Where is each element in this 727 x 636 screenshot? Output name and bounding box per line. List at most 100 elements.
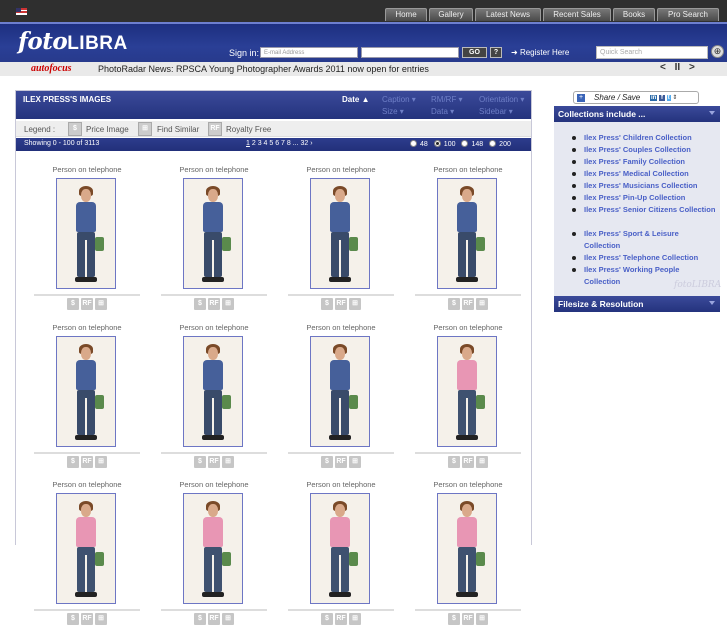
royalty-free-icon[interactable]: RF: [335, 298, 347, 310]
image-caption[interactable]: Person on telephone: [32, 323, 142, 332]
per-page-200-radio[interactable]: [489, 140, 497, 147]
price-icon[interactable]: $: [194, 298, 206, 310]
image-thumbnail[interactable]: [437, 178, 497, 289]
sort-sidebar[interactable]: Sidebar ▾: [479, 107, 513, 116]
collection-link[interactable]: Ilex Press' Musicians Collection: [572, 180, 716, 192]
image-caption[interactable]: Person on telephone: [32, 480, 142, 489]
image-thumbnail[interactable]: [437, 493, 497, 604]
royalty-free-icon[interactable]: RF: [208, 613, 220, 625]
image-thumbnail[interactable]: [183, 493, 243, 604]
binoculars-icon[interactable]: ⊞: [349, 613, 361, 625]
nav-home[interactable]: Home: [385, 8, 427, 21]
collection-link[interactable]: Ilex Press' Medical Collection: [572, 168, 716, 180]
nav-gallery[interactable]: Gallery: [429, 8, 473, 21]
news-pager[interactable]: < II >: [660, 62, 695, 73]
price-icon[interactable]: $: [67, 613, 79, 625]
royalty-free-icon[interactable]: RF: [208, 298, 220, 310]
us-flag-icon[interactable]: [16, 8, 27, 15]
per-page-100-radio[interactable]: [433, 140, 441, 147]
image-caption[interactable]: Person on telephone: [286, 480, 396, 489]
help-button[interactable]: ?: [490, 47, 502, 58]
image-thumbnail[interactable]: [310, 178, 370, 289]
royalty-free-icon[interactable]: RF: [81, 298, 93, 310]
image-thumbnail[interactable]: [56, 336, 116, 447]
royalty-free-icon[interactable]: RF: [335, 456, 347, 468]
royalty-free-icon[interactable]: RF: [208, 456, 220, 468]
price-icon[interactable]: $: [448, 456, 460, 468]
nav-recent-sales[interactable]: Recent Sales: [543, 8, 611, 21]
quick-search-input[interactable]: Quick Search: [596, 46, 708, 59]
image-caption[interactable]: Person on telephone: [413, 480, 523, 489]
image-thumbnail[interactable]: [56, 178, 116, 289]
binoculars-icon[interactable]: ⊞: [476, 298, 488, 310]
royalty-free-icon[interactable]: RF: [81, 456, 93, 468]
image-thumbnail[interactable]: [310, 493, 370, 604]
image-caption[interactable]: Person on telephone: [32, 165, 142, 174]
price-icon[interactable]: $: [321, 298, 333, 310]
register-link[interactable]: ➜ Register Here: [511, 48, 569, 57]
per-page-selector[interactable]: 48 100 148 200: [404, 140, 511, 148]
binoculars-icon[interactable]: ⊞: [95, 298, 107, 310]
image-caption[interactable]: Person on telephone: [159, 323, 269, 332]
sort-orientation[interactable]: Orientation ▾: [479, 95, 524, 104]
image-thumbnail[interactable]: [183, 178, 243, 289]
image-caption[interactable]: Person on telephone: [286, 323, 396, 332]
image-thumbnail[interactable]: [310, 336, 370, 447]
image-caption[interactable]: Person on telephone: [413, 165, 523, 174]
image-thumbnail[interactable]: [56, 493, 116, 604]
collections-header[interactable]: Collections include ...: [554, 106, 720, 122]
per-page-148-radio[interactable]: [461, 140, 469, 147]
image-caption[interactable]: Person on telephone: [413, 323, 523, 332]
binoculars-icon[interactable]: ⊞: [476, 456, 488, 468]
news-headline[interactable]: PhotoRadar News: RPSCA Young Photographe…: [98, 64, 429, 74]
price-icon[interactable]: $: [321, 456, 333, 468]
binoculars-icon[interactable]: ⊞: [95, 613, 107, 625]
binoculars-icon[interactable]: ⊞: [349, 456, 361, 468]
royalty-free-icon[interactable]: RF: [462, 456, 474, 468]
email-field[interactable]: E-mail Address: [260, 47, 358, 58]
collection-link[interactable]: Ilex Press' Telephone Collection: [572, 252, 716, 264]
sort-size[interactable]: Size ▾: [382, 107, 404, 116]
price-icon[interactable]: $: [448, 613, 460, 625]
price-icon[interactable]: $: [194, 613, 206, 625]
site-logo[interactable]: fotoLIBRA: [18, 28, 128, 55]
go-button[interactable]: GO: [462, 47, 487, 58]
royalty-free-icon[interactable]: RF: [462, 613, 474, 625]
sort-caption[interactable]: Caption ▾: [382, 95, 416, 104]
binoculars-icon[interactable]: ⊞: [222, 298, 234, 310]
nav-latest-news[interactable]: Latest News: [475, 8, 541, 21]
autofocus-logo[interactable]: autofocus: [31, 63, 72, 74]
password-field[interactable]: [361, 47, 459, 58]
share-save-button[interactable]: + Share / Save in f t ⇕: [573, 91, 699, 104]
binoculars-icon[interactable]: ⊞: [476, 613, 488, 625]
search-icon[interactable]: ⊕: [711, 45, 724, 58]
filesize-header[interactable]: Filesize & Resolution: [554, 296, 720, 312]
image-caption[interactable]: Person on telephone: [159, 480, 269, 489]
sort-rmrf[interactable]: RM/RF ▾: [431, 95, 463, 104]
collection-link[interactable]: Ilex Press' Pin-Up Collection: [572, 192, 716, 204]
binoculars-icon[interactable]: ⊞: [222, 456, 234, 468]
price-icon[interactable]: $: [67, 298, 79, 310]
per-page-48-radio[interactable]: [410, 140, 417, 147]
royalty-free-icon[interactable]: RF: [81, 613, 93, 625]
sort-date[interactable]: Date ▲: [342, 95, 369, 104]
collection-link[interactable]: Ilex Press' Couples Collection: [572, 144, 716, 156]
image-thumbnail[interactable]: [437, 336, 497, 447]
royalty-free-icon[interactable]: RF: [335, 613, 347, 625]
image-thumbnail[interactable]: [183, 336, 243, 447]
collection-link[interactable]: Ilex Press' Children Collection: [572, 132, 716, 144]
nav-books[interactable]: Books: [613, 8, 655, 21]
binoculars-icon[interactable]: ⊞: [222, 613, 234, 625]
price-icon[interactable]: $: [448, 298, 460, 310]
sort-data[interactable]: Data ▾: [431, 107, 454, 116]
royalty-free-icon[interactable]: RF: [462, 298, 474, 310]
binoculars-icon[interactable]: ⊞: [95, 456, 107, 468]
collection-link[interactable]: Ilex Press' Working People Collection: [572, 264, 716, 288]
collection-link[interactable]: Ilex Press' Sport & Leisure Collection: [572, 228, 716, 252]
image-caption[interactable]: Person on telephone: [286, 165, 396, 174]
collection-link[interactable]: Ilex Press' Family Collection: [572, 156, 716, 168]
collection-link[interactable]: Ilex Press' Senior Citizens Collection: [572, 204, 716, 216]
image-caption[interactable]: Person on telephone: [159, 165, 269, 174]
price-icon[interactable]: $: [194, 456, 206, 468]
pagination[interactable]: 1 2 3 4 5 6 7 8 ... 32 ›: [246, 140, 313, 147]
